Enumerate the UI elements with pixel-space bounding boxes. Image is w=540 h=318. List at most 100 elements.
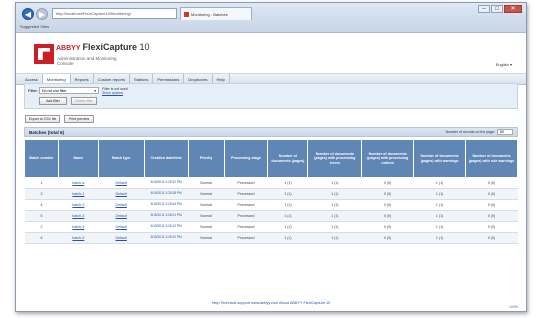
close-icon[interactable]: ✕ [504, 5, 522, 13]
delete-filter-button[interactable]: Delete filter [71, 97, 97, 105]
table-cell[interactable]: batch-5 [58, 232, 99, 244]
table-cell: Normal [188, 232, 225, 244]
col-batch-type[interactable]: Batch type [97, 139, 145, 178]
table-cell: 6/15/2011 3:25:38 PM [144, 188, 189, 200]
table-cell: 4 [24, 199, 59, 211]
table-cell: 1 (1) [307, 210, 362, 222]
language-select[interactable]: English ▾ [496, 62, 512, 67]
col-notices[interactable]: Number of documents (pages) with process… [361, 139, 415, 178]
abbyy-logo-icon [34, 44, 54, 64]
table-cell: 6/15/2011 3:25:44 PM [144, 199, 189, 211]
brand-version: 10 [139, 42, 150, 52]
table-cell: Normal [188, 188, 225, 200]
back-arrow-icon[interactable]: ◀ [22, 8, 34, 20]
table-cell[interactable]: batch-4 [58, 221, 99, 233]
table-cell[interactable]: batch-1 [58, 188, 99, 200]
col-priority[interactable]: Priority [187, 139, 225, 178]
brand-prefix: ABBYY [56, 45, 81, 52]
product-name: ABBYY FlexiCapture 10 [56, 42, 150, 52]
col-name[interactable]: Name [57, 139, 99, 178]
table-header-row: Batch number Name Batch type Creation da… [24, 139, 518, 178]
table-cell: Processed [224, 221, 268, 233]
table-cell: Default [98, 232, 145, 244]
table-cell: 1 (1) [307, 199, 362, 211]
table-cell: 1 (1) [267, 210, 308, 222]
table-cell: 0 (0) [361, 199, 414, 211]
table-row[interactable]: 3 batch-1 Default 6/15/2011 3:25:38 PM Norma… [24, 188, 518, 200]
table-cell: Processed [224, 177, 268, 189]
table-cell: 0 (0) [465, 232, 518, 244]
minimize-icon[interactable]: – [478, 5, 490, 13]
records-per-page-value: 50 [500, 130, 504, 134]
table-cell: 6 [24, 232, 59, 244]
table-cell: Processed [224, 188, 268, 200]
table-cell[interactable]: batch-2 [58, 199, 99, 211]
col-batch-number[interactable]: Batch number [24, 139, 59, 178]
table-cell: 0 (0) [361, 177, 414, 189]
table-cell: 0 (0) [465, 177, 518, 189]
col-processing-stage[interactable]: Processing stage [223, 139, 269, 178]
table-cell: 1 (1) [307, 221, 362, 233]
col-errors[interactable]: Number of documents (pages) with process… [307, 139, 363, 178]
table-cell: 6/15/2011 3:26:01 PM [144, 210, 189, 222]
table-cell: 0 (0) [361, 221, 414, 233]
records-per-page-label: Number of records on the page: [445, 130, 495, 134]
filter-label: Filter: [28, 88, 38, 93]
col-documents[interactable]: Number of documents (pages) [267, 139, 309, 178]
browser-tab[interactable]: Monitoring - Batches [180, 7, 252, 20]
col-creation-date[interactable]: Creation date/time [143, 139, 189, 178]
table-cell: 0 (0) [465, 199, 518, 211]
page-footer[interactable]: Help Technical support www.abbyy.com Abo… [16, 301, 526, 305]
table-row[interactable]: 5 batch-3 Default 6/15/2011 3:26:01 PM Norma… [24, 210, 518, 222]
table-cell: Normal [188, 199, 225, 211]
table-cell[interactable]: batch-3 [58, 210, 99, 222]
table-cell: 1 (1) [307, 232, 362, 244]
filter-select[interactable]: Do not use filter ▾ [39, 87, 99, 94]
export-csv-button[interactable]: Export to CSV file [25, 115, 60, 123]
zoom-level[interactable]: 100% [509, 305, 518, 309]
table-cell: 3 [24, 188, 59, 200]
print-preview-button[interactable]: Print preview [64, 115, 94, 123]
table-cell: 1 (1) [307, 188, 362, 200]
table-cell: Normal [188, 221, 225, 233]
table-cell: Default [98, 177, 145, 189]
table-row[interactable]: 4 batch-2 Default 6/15/2011 3:25:44 PM Norma… [24, 199, 518, 211]
browser-chrome: ◀ ▶ http://localhost/FlexiCapture10/Moni… [16, 3, 526, 33]
show-options-link[interactable]: Show options [102, 91, 128, 95]
table-cell: 1 (1) [413, 232, 466, 244]
records-per-page-select[interactable]: 50 [497, 129, 513, 135]
table-cell: Normal [188, 177, 225, 189]
add-filter-button[interactable]: Add filter [39, 97, 67, 105]
tab-title: Monitoring - Batches [191, 12, 228, 17]
chevron-down-icon: ▾ [94, 89, 96, 93]
table-cell: Default [98, 199, 145, 211]
table-cell: Processed [224, 199, 268, 211]
browser-window: ◀ ▶ http://localhost/FlexiCapture10/Moni… [15, 2, 527, 312]
col-rule-warnings[interactable]: Number of documents (pages) with rule wa… [465, 139, 518, 178]
table-cell: Normal [188, 210, 225, 222]
table-cell: Processed [224, 232, 268, 244]
forward-arrow-icon[interactable]: ▶ [36, 8, 48, 20]
table-cell: 0 (0) [465, 210, 518, 222]
favorites-link[interactable]: Suggested Sites [20, 24, 49, 29]
brand-name: FlexiCapture [82, 42, 138, 52]
table-cell: Default [98, 188, 145, 200]
table-cell: 0 (0) [465, 221, 518, 233]
table-cell: 6/15/2011 3:26:20 PM [144, 232, 189, 244]
col-warnings[interactable]: Number of documents (pages) with warning… [413, 139, 467, 178]
table-row[interactable]: 6 batch-5 Default 6/15/2011 3:26:20 PM Norma… [24, 232, 518, 244]
address-bar[interactable]: http://localhost/FlexiCapture10/Monitori… [52, 8, 177, 19]
maximize-icon[interactable]: □ [491, 5, 503, 13]
table-body: 1 batch-a Default 6/15/2011 3:25:32 PM Norma… [24, 177, 518, 244]
table-cell: 6/15/2011 3:25:32 PM [144, 177, 189, 189]
table-cell: 1 (1) [267, 199, 308, 211]
table-cell: 1 (1) [413, 199, 466, 211]
table-cell: 1 (1) [267, 232, 308, 244]
filter-panel: Filter: Do not use filter ▾ Filter is not… [24, 83, 518, 109]
table-cell: 1 (1) [413, 221, 466, 233]
table-cell[interactable]: batch-a [58, 177, 99, 189]
table-row[interactable]: 2 batch-4 Default 6/15/2011 3:26:12 PM Norma… [24, 221, 518, 233]
table-row[interactable]: 1 batch-a Default 6/15/2011 3:25:32 PM Norma… [24, 177, 518, 189]
table-cell: Default [98, 221, 145, 233]
table-cell: 1 (1) [413, 210, 466, 222]
